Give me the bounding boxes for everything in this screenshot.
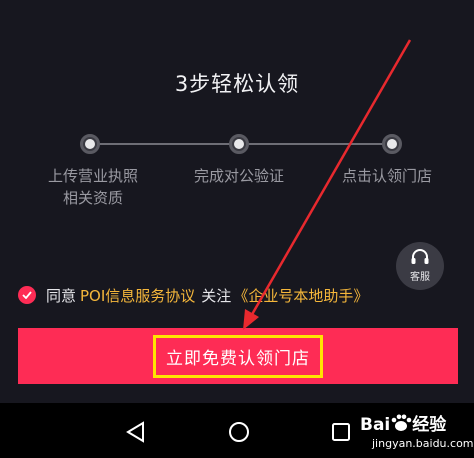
step-2-dot: [229, 134, 249, 154]
step-1-label: 上传营业执照 相关资质: [28, 165, 158, 209]
headset-icon: [411, 249, 429, 264]
claim-store-button-label: 立即免费认领门店: [153, 334, 323, 378]
recent-apps-icon[interactable]: [331, 422, 351, 442]
step-1-line1: 上传营业执照: [47, 167, 138, 185]
step-3-dot: [382, 134, 402, 154]
agreement-row: 同意 POI信息服务协议 关注 《企业号本地助手》: [18, 284, 368, 306]
page-title: 3步轻松认领: [174, 72, 300, 96]
checkmark-icon: [22, 291, 32, 299]
step-1-dot: [80, 134, 100, 154]
agreement-follow-text: 关注: [201, 286, 232, 305]
step-3-label: 点击认领门店: [322, 165, 452, 187]
customer-service-label: 客服: [410, 272, 430, 283]
step-2-line1: 完成对公验证: [193, 167, 284, 185]
step-3-line1: 点击认领门店: [341, 167, 432, 185]
watermark-url: jingyan.baidu.com: [372, 437, 474, 450]
step-1-line2: 相关资质: [62, 189, 123, 207]
step-2-label: 完成对公验证: [174, 165, 304, 187]
home-icon[interactable]: [228, 421, 250, 443]
baidu-jingyan-watermark: Bai 经验 jingyan.baidu.com: [360, 410, 474, 454]
watermark-brand-suffix: 经验: [412, 415, 447, 435]
claim-store-button[interactable]: 立即免费认领门店: [18, 328, 458, 384]
customer-service-button[interactable]: 客服: [396, 242, 444, 290]
paw-icon: [391, 414, 412, 431]
agreement-checkbox[interactable]: [18, 286, 36, 304]
back-icon[interactable]: [126, 421, 146, 443]
poi-agreement-link[interactable]: POI信息服务协议: [80, 285, 195, 306]
agreement-prefix: 同意: [46, 286, 77, 305]
watermark-brand-text: Bai: [360, 415, 391, 435]
watermark-brand: Bai 经验: [360, 410, 446, 435]
local-assistant-link[interactable]: 《企业号本地助手》: [233, 285, 368, 306]
claim-store-page: 3步轻松认领 上传营业执照 相关资质 完成对公验证 点击认领门店 客服 同意 P…: [0, 0, 474, 458]
